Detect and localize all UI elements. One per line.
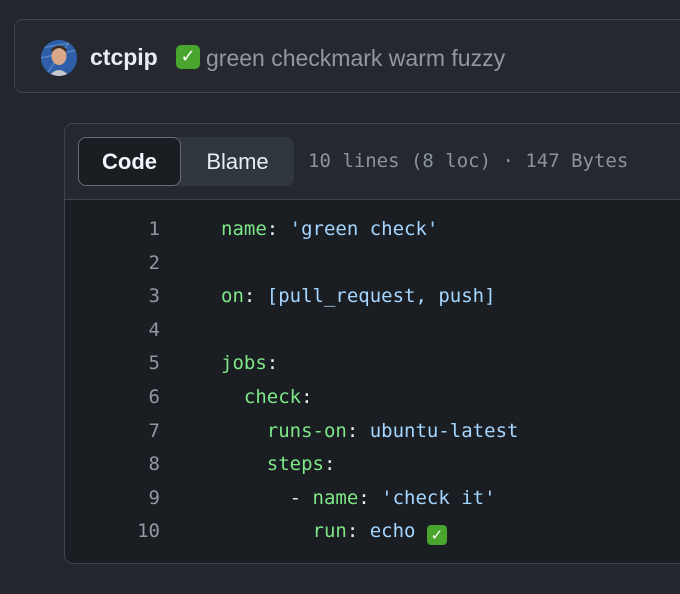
view-toggle: Code Blame bbox=[78, 137, 294, 186]
code-line: 5 jobs: bbox=[65, 347, 680, 381]
line-number: 8 bbox=[148, 453, 160, 476]
tab-blame[interactable]: Blame bbox=[181, 137, 294, 186]
avatar-image bbox=[41, 40, 77, 76]
file-header: Code Blame 10 lines (8 loc) · 147 Bytes bbox=[65, 124, 680, 200]
line-number: 6 bbox=[148, 385, 160, 408]
line-number: 3 bbox=[148, 285, 160, 308]
file-viewer: Code Blame 10 lines (8 loc) · 147 Bytes … bbox=[64, 123, 680, 564]
line-content: run: echo ✓ bbox=[221, 515, 447, 549]
tab-code[interactable]: Code bbox=[78, 137, 181, 186]
line-content: on: [pull_request, push] bbox=[221, 285, 496, 308]
avatar[interactable] bbox=[41, 40, 77, 76]
line-content: check: bbox=[243, 385, 313, 408]
line-number: 9 bbox=[148, 486, 160, 509]
line-content: runs-on: ubuntu-latest bbox=[266, 419, 519, 442]
line-content: name: 'green check' bbox=[221, 218, 439, 240]
line-number: 7 bbox=[148, 419, 160, 442]
code-line: 4 bbox=[65, 314, 680, 348]
code-line: 1 name: 'green check' bbox=[65, 213, 680, 247]
line-content: steps: bbox=[266, 453, 336, 476]
commit-author[interactable]: ctcpip bbox=[90, 42, 158, 72]
line-number: 1 bbox=[148, 218, 160, 240]
code-line: 3 on: [pull_request, push] bbox=[65, 280, 680, 314]
line-content: - name: 'check it' bbox=[221, 486, 496, 509]
code-line: 8 steps: bbox=[65, 448, 680, 482]
line-number: 10 bbox=[137, 520, 160, 543]
line-number: 5 bbox=[148, 352, 160, 375]
code-line: 9 - name: 'check it' bbox=[65, 482, 680, 516]
code-line: 7 runs-on: ubuntu-latest bbox=[65, 415, 680, 449]
code-line: 2 bbox=[65, 247, 680, 281]
code-line: 10 run: echo ✓ bbox=[65, 515, 680, 549]
line-number: 4 bbox=[148, 318, 160, 341]
line-content: jobs: bbox=[221, 352, 279, 375]
commit-message[interactable]: green checkmark warm fuzzy bbox=[206, 43, 505, 73]
code-line: 6 check: bbox=[65, 381, 680, 415]
file-info: 10 lines (8 loc) · 147 Bytes bbox=[308, 150, 629, 172]
check-mark-icon: ✓ bbox=[176, 45, 200, 69]
line-number: 2 bbox=[148, 251, 160, 274]
code-view: 1 name: 'green check' 2 3 on: [pull_reques… bbox=[65, 213, 680, 549]
check-mark-icon: ✓ bbox=[426, 525, 447, 546]
